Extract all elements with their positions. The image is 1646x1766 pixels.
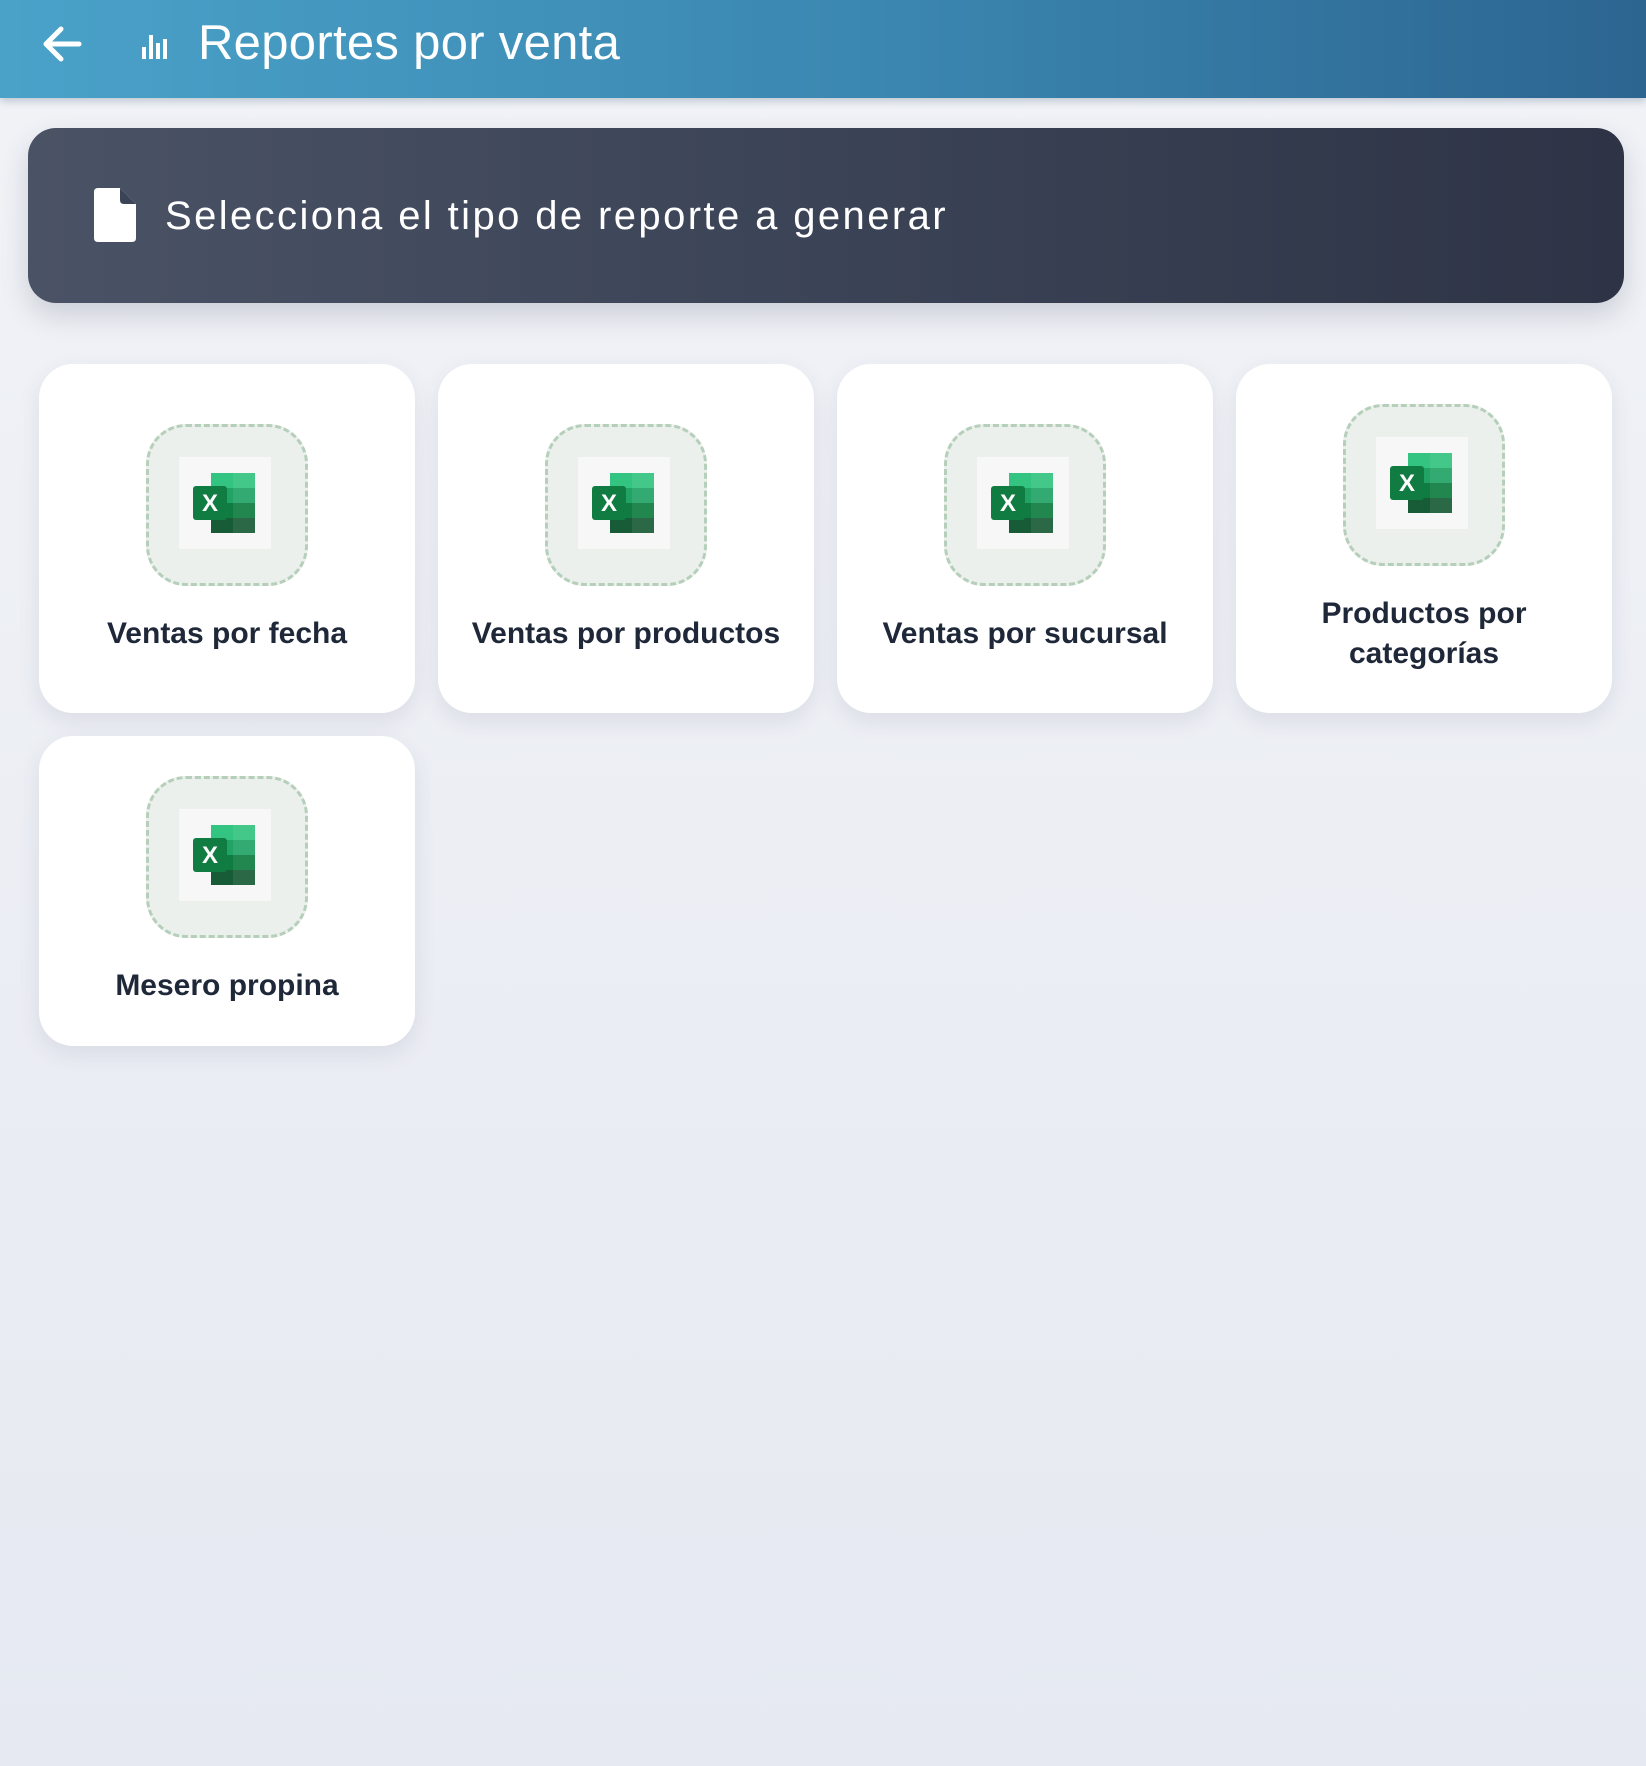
icon-frame: X: [1343, 404, 1505, 566]
excel-icon: X: [592, 473, 654, 533]
svg-text:X: X: [601, 490, 617, 517]
icon-frame: X: [146, 424, 308, 586]
icon-frame: X: [545, 424, 707, 586]
report-card-ventas-por-sucursal[interactable]: X Ventas por sucursal: [837, 364, 1213, 713]
svg-text:X: X: [202, 842, 218, 869]
report-card-mesero-propina[interactable]: X Mesero propina: [39, 736, 415, 1046]
document-icon: [94, 188, 136, 242]
svg-text:X: X: [1399, 470, 1415, 497]
report-card-ventas-por-fecha[interactable]: X Ventas por fecha: [39, 364, 415, 713]
banner-text: Selecciona el tipo de reporte a generar: [165, 194, 948, 238]
card-label: Productos por categorías: [1321, 597, 1527, 670]
svg-text:X: X: [202, 490, 218, 517]
excel-icon: X: [991, 473, 1053, 533]
arrow-left-icon: [43, 26, 82, 62]
excel-icon: X: [193, 473, 255, 533]
card-label: Ventas por fecha: [106, 617, 348, 650]
report-card-productos-por-categorias[interactable]: X Productos por categorías: [1236, 364, 1612, 713]
app-header: Reportes por venta: [0, 0, 1646, 98]
bar-chart-icon: [136, 24, 176, 64]
card-label: Mesero propina: [115, 969, 339, 1002]
icon-frame: X: [146, 776, 308, 938]
excel-icon: X: [193, 825, 255, 885]
page-title: Reportes por venta: [198, 16, 621, 70]
report-card-ventas-por-productos[interactable]: X Ventas por productos: [438, 364, 814, 713]
excel-icon: X: [1390, 453, 1452, 513]
card-label: Ventas por sucursal: [882, 617, 1168, 650]
back-button[interactable]: [32, 14, 92, 74]
card-label: Ventas por productos: [471, 617, 781, 650]
instruction-banner: Selecciona el tipo de reporte a generar: [28, 128, 1624, 303]
icon-frame: X: [944, 424, 1106, 586]
svg-text:X: X: [1000, 490, 1016, 517]
